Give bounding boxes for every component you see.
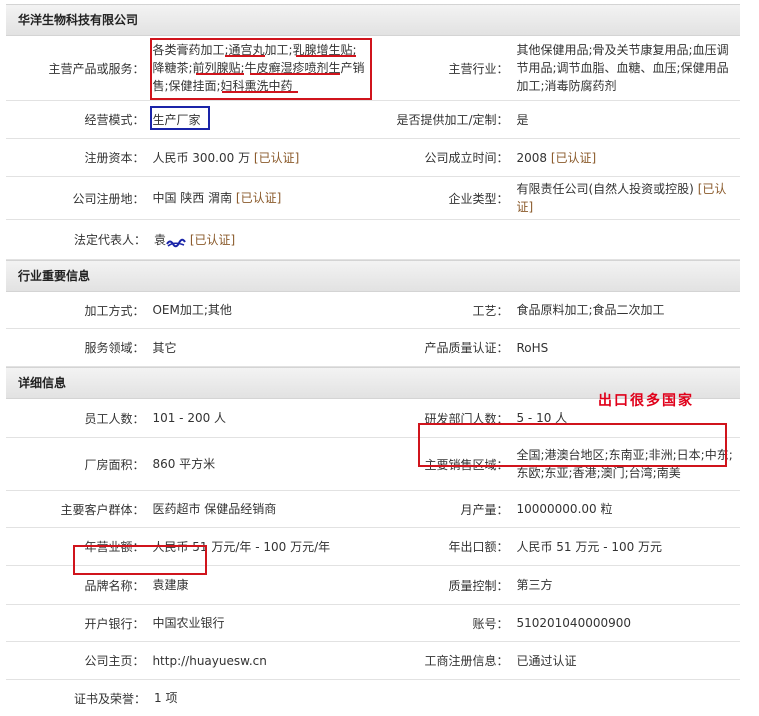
service-value: 其它 [152,340,177,355]
bank-value: 中国农业银行 [152,616,225,630]
capital-label: 注册资本： [84,151,145,165]
quality-cert-value: RoHS [516,340,549,355]
homepage-label: 公司主页： [84,654,145,668]
reg-place-value: 中国 陕西 渭南 [已认证] [146,189,366,207]
capital-cert-badge: [已认证] [253,150,300,165]
staff-value: 101 - 200 人 [152,411,227,425]
custom-label: 是否提供加工/定制： [396,113,509,127]
process-label: 加工方式： [84,303,145,318]
detail-title: 详细信息 [18,376,67,390]
highlight-box-business-mode [150,106,210,130]
legal-value: 袁 [已认证] [148,231,370,249]
mode-label: 经营模式： [84,113,145,127]
legal-name: 袁 [154,232,167,247]
process-value: OEM加工;其他 [152,303,232,317]
biz-reg-value: 已通过认证 [516,653,577,668]
qc-label: 质量控制： [448,578,509,593]
row-legal: 法定代表人： 袁 [已认证] [6,220,740,260]
underline-mark-4 [250,73,340,75]
legal-label: 法定代表人： [73,233,146,247]
area-label: 厂房面积： [84,457,145,472]
underline-mark-3 [196,73,244,75]
company-name-header: 华洋生物科技有限公司 [6,4,740,36]
row-customers: 主要客户群体： 医药超市 保健品经销商 月产量： 10000000.00 粒 [6,491,740,528]
area-value: 860 平方米 [152,457,216,471]
staff-label: 员工人数： [84,411,145,426]
monthly-label: 月产量： [460,502,509,517]
craft-value: 食品原料加工;食品二次加工 [516,303,665,317]
ent-type-value: 有限责任公司(自然人投资或控股) [已认证] [510,180,740,216]
row-bank: 开户银行： 中国农业银行 账号： 510201040000900 [6,605,740,642]
capital-amount: 人民币 300.00 万 [152,150,251,165]
row-main-products: 主营产品或服务： 各类膏药加工;通宫丸加工;乳腺增生贴;降糖茶;前列腺贴;牛皮癣… [6,36,740,101]
row-process: 加工方式： OEM加工;其他 工艺： 食品原料加工;食品二次加工 [6,292,740,329]
account-label: 账号： [472,616,509,631]
service-label: 服务领域： [84,341,145,355]
highlight-box-brand [73,545,207,575]
row-homepage: 公司主页： http://huayuesw.cn 工商注册信息： 已通过认证 [6,642,740,680]
monthly-value: 10000000.00 粒 [516,502,613,516]
certs-value: 1 项 [154,691,178,705]
homepage-cell: http://huayuesw.cn [146,652,366,670]
industry-info-header: 行业重要信息 [6,260,740,292]
highlight-box-sales-region [418,423,727,467]
biz-reg-label: 工商注册信息： [424,654,509,668]
reg-place-cert-badge: [已认证] [235,191,282,205]
row-capital: 注册资本： 人民币 300.00 万 [已认证] 公司成立时间： 2008 [已… [6,139,740,177]
ent-type-label: 企业类型： [448,191,509,206]
founded-label: 公司成立时间： [424,151,509,165]
qc-value: 第三方 [516,578,553,592]
craft-label: 工艺： [472,303,509,318]
capital-value: 人民币 300.00 万 [已认证] [146,149,366,167]
founded-year: 2008 [516,150,548,165]
redaction-scribble-icon [166,235,186,248]
account-value: 510201040000900 [516,616,632,630]
founded-cert-badge: [已认证] [550,150,597,165]
export-value: 人民币 51 万元 - 100 万元 [516,539,663,554]
main-products-label: 主营产品或服务： [48,61,145,76]
legal-cert-badge: [已认证] [189,232,236,247]
reg-place-label: 公司注册地： [72,191,145,206]
underline-mark-5 [222,91,298,93]
row-reg-place: 公司注册地： 中国 陕西 渭南 [已认证] 企业类型： 有限责任公司(自然人投资… [6,177,740,220]
industry-label: 主营行业： [448,61,509,76]
founded-value: 2008 [已认证] [510,149,740,167]
custom-value: 是 [516,112,529,127]
export-note-annotation: 出口很多国家 [598,393,694,409]
export-label: 年出口额： [448,540,509,554]
homepage-link[interactable]: http://huayuesw.cn [152,654,266,668]
certs-label: 证书及荣誉： [73,691,146,706]
row-service: 服务领域： 其它 产品质量认证： RoHS [6,329,740,367]
brand-label: 品牌名称： [84,578,145,593]
quality-cert-label: 产品质量认证： [424,341,509,355]
reg-place-text: 中国 陕西 渭南 [152,191,233,205]
industry-info-title: 行业重要信息 [18,269,91,283]
customers-value: 医药超市 保健品经销商 [152,502,277,516]
row-certs: 证书及荣誉： 1 项 [6,680,740,716]
industry-value: 其他保健用品;骨及关节康复用品;血压调节用品;调节血脂、血糖、血压;保健用品加工… [516,43,729,93]
brand-value: 袁建康 [152,578,189,592]
company-name: 华洋生物科技有限公司 [18,13,139,27]
company-profile: 华洋生物科技有限公司 主营产品或服务： 各类膏药加工;通宫丸加工;乳腺增生贴;降… [6,4,740,716]
row-mode: 经营模式： 生产厂家 是否提供加工/定制： 是 [6,101,740,139]
customers-label: 主要客户群体： [60,502,145,517]
underline-mark-1 [225,55,265,57]
ent-type-text: 有限责任公司(自然人投资或控股) [516,182,694,196]
underline-mark-2 [296,55,356,57]
bank-label: 开户银行： [84,616,145,631]
